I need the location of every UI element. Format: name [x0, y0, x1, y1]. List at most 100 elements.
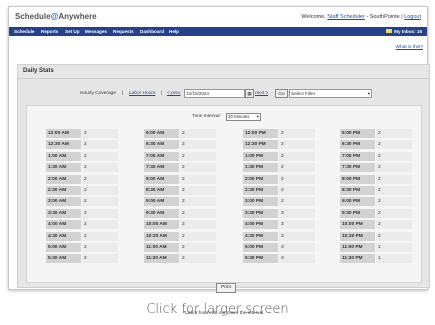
date-input[interactable]: 12/15/2024 — [184, 89, 245, 98]
nav-reports[interactable]: Reports — [41, 29, 58, 34]
stat-value: 2 — [279, 140, 315, 150]
stat-value: 2 — [82, 254, 118, 264]
stat-value: 2 — [180, 242, 216, 252]
stat-time: 1:00 PM — [243, 151, 278, 161]
chevron-down-icon: ▾ — [367, 91, 370, 96]
inbox-link[interactable]: My Inbox: 16 — [386, 29, 422, 34]
stat-value: 2 — [180, 129, 216, 138]
stat-value: 2 — [376, 208, 412, 218]
user-link[interactable]: Staff Scheduler — [327, 14, 365, 20]
stat-time: 6:00 AM — [144, 129, 179, 138]
logout-link[interactable]: Logout — [404, 14, 421, 20]
stat-value: 3 — [279, 208, 315, 218]
stat-time: 11:30 AM — [144, 254, 179, 264]
stat-time: 8:00 AM — [144, 174, 179, 184]
stat-time: 3:30 AM — [46, 208, 81, 218]
stat-value: 2 — [376, 197, 412, 207]
inbox-label: My Inbox: 16 — [394, 28, 422, 34]
stat-time: 9:00 AM — [144, 197, 179, 207]
interval-select[interactable]: 30 Minutes ▾ — [226, 113, 261, 121]
stat-value: 3 — [279, 220, 315, 230]
stat-time: 10:00 AM — [144, 220, 179, 230]
stat-value: 2 — [180, 197, 216, 207]
stat-value: 2 — [376, 140, 412, 150]
stat-value: 2 — [180, 254, 216, 264]
stat-value: 2 — [82, 129, 118, 138]
stat-value: 2 — [376, 174, 412, 184]
stat-time: 8:30 PM — [340, 185, 375, 195]
stat-value: 2 — [376, 231, 412, 241]
stat-value: 2 — [279, 197, 315, 207]
next-link[interactable]: next > — [255, 91, 268, 96]
stat-time: 12:00 PM — [243, 129, 278, 138]
stat-time: 3:00 AM — [46, 197, 81, 207]
stat-value: 2 — [180, 220, 216, 230]
nav-dashboard[interactable]: Dashboard — [140, 29, 164, 34]
stat-time: 4:00 AM — [46, 220, 81, 230]
stat-time: 2:30 PM — [243, 185, 278, 195]
filter-select[interactable]: Select Filter ▾ — [289, 89, 372, 98]
stat-value: 2 — [82, 151, 118, 161]
stat-time: 5:00 PM — [243, 242, 278, 252]
separator: | — [161, 91, 163, 96]
stat-value: 2 — [376, 151, 412, 161]
hourly-coverage-label: Hourly Coverage — [80, 91, 116, 96]
nav-requests[interactable]: Requests — [113, 29, 134, 34]
stat-value: 3 — [279, 242, 315, 252]
stat-time: 11:00 PM — [340, 242, 375, 252]
stat-time: 2:30 AM — [46, 185, 81, 195]
nav-messages[interactable]: Messages — [85, 29, 107, 34]
stat-value: 2 — [82, 163, 118, 173]
stat-time: 12:30 AM — [46, 140, 81, 150]
nav-setup[interactable]: Set Up — [65, 29, 80, 34]
stat-time: 7:00 PM — [340, 151, 375, 161]
divider — [18, 78, 429, 79]
print-button[interactable]: Print — [216, 283, 236, 293]
stat-value: 2 — [82, 174, 118, 184]
stat-time: 5:00 AM — [46, 242, 81, 252]
chevron-down-icon: ▾ — [256, 114, 259, 119]
stat-time: 3:30 PM — [243, 208, 278, 218]
stat-time: 1:00 AM — [46, 151, 81, 161]
stat-time: 10:30 AM — [144, 231, 179, 241]
stat-value: 2 — [180, 231, 216, 241]
stat-time: 4:00 PM — [243, 220, 278, 230]
stat-time: 7:30 AM — [144, 163, 179, 173]
calendar-icon[interactable]: ▦ — [245, 89, 254, 98]
caption: Click for larger screen — [146, 302, 289, 317]
stat-time: 6:30 AM — [144, 140, 179, 150]
stats-box: Time Interval: 30 Minutes ▾ 12:00 AM 2 12:3… — [26, 105, 422, 316]
stat-value: 2 — [82, 185, 118, 195]
interval-label: Time Interval: — [192, 114, 221, 119]
daily-stats-panel: Daily Stats Hourly Coverage | Labor Hour… — [17, 64, 430, 316]
labor-hours-link[interactable]: Labor Hours — [129, 91, 155, 96]
stat-value: 2 — [376, 220, 412, 230]
stat-time: 9:00 PM — [340, 197, 375, 207]
stat-value: 2 — [279, 174, 315, 184]
stat-value: 2 — [376, 185, 412, 195]
stat-time: 2:00 PM — [243, 174, 278, 184]
stat-value: 2 — [180, 151, 216, 161]
filter-bar: Hourly Coverage | Labor Hours | < prev 1… — [18, 89, 429, 99]
stat-value: 2 — [82, 208, 118, 218]
go-button[interactable]: Go — [275, 89, 288, 98]
stat-time: 10:00 PM — [340, 220, 375, 230]
stat-time: 8:30 AM — [144, 185, 179, 195]
welcome-prefix: Welcome, — [301, 14, 326, 20]
stat-time: 5:30 AM — [46, 254, 81, 264]
what-is-this-link[interactable]: What is this? — [396, 45, 423, 50]
stat-time: 1:30 PM — [243, 163, 278, 173]
nav-schedule[interactable]: Schedule — [14, 29, 34, 34]
stat-time: 9:30 PM — [340, 208, 375, 218]
stat-time: 6:00 PM — [340, 129, 375, 138]
stat-value: 2 — [279, 163, 315, 173]
stat-value: 2 — [180, 185, 216, 195]
nav-help[interactable]: Help — [169, 29, 179, 34]
app-window: Schedule@Anywhere Welcome, Staff Schedul… — [8, 6, 430, 316]
stat-value: 3 — [279, 231, 315, 241]
prev-link[interactable]: < prev — [167, 91, 180, 96]
stat-time: 7:30 PM — [340, 163, 375, 173]
stat-value: 2 — [279, 185, 315, 195]
stat-value: 2 — [180, 174, 216, 184]
stat-value: 2 — [82, 197, 118, 207]
